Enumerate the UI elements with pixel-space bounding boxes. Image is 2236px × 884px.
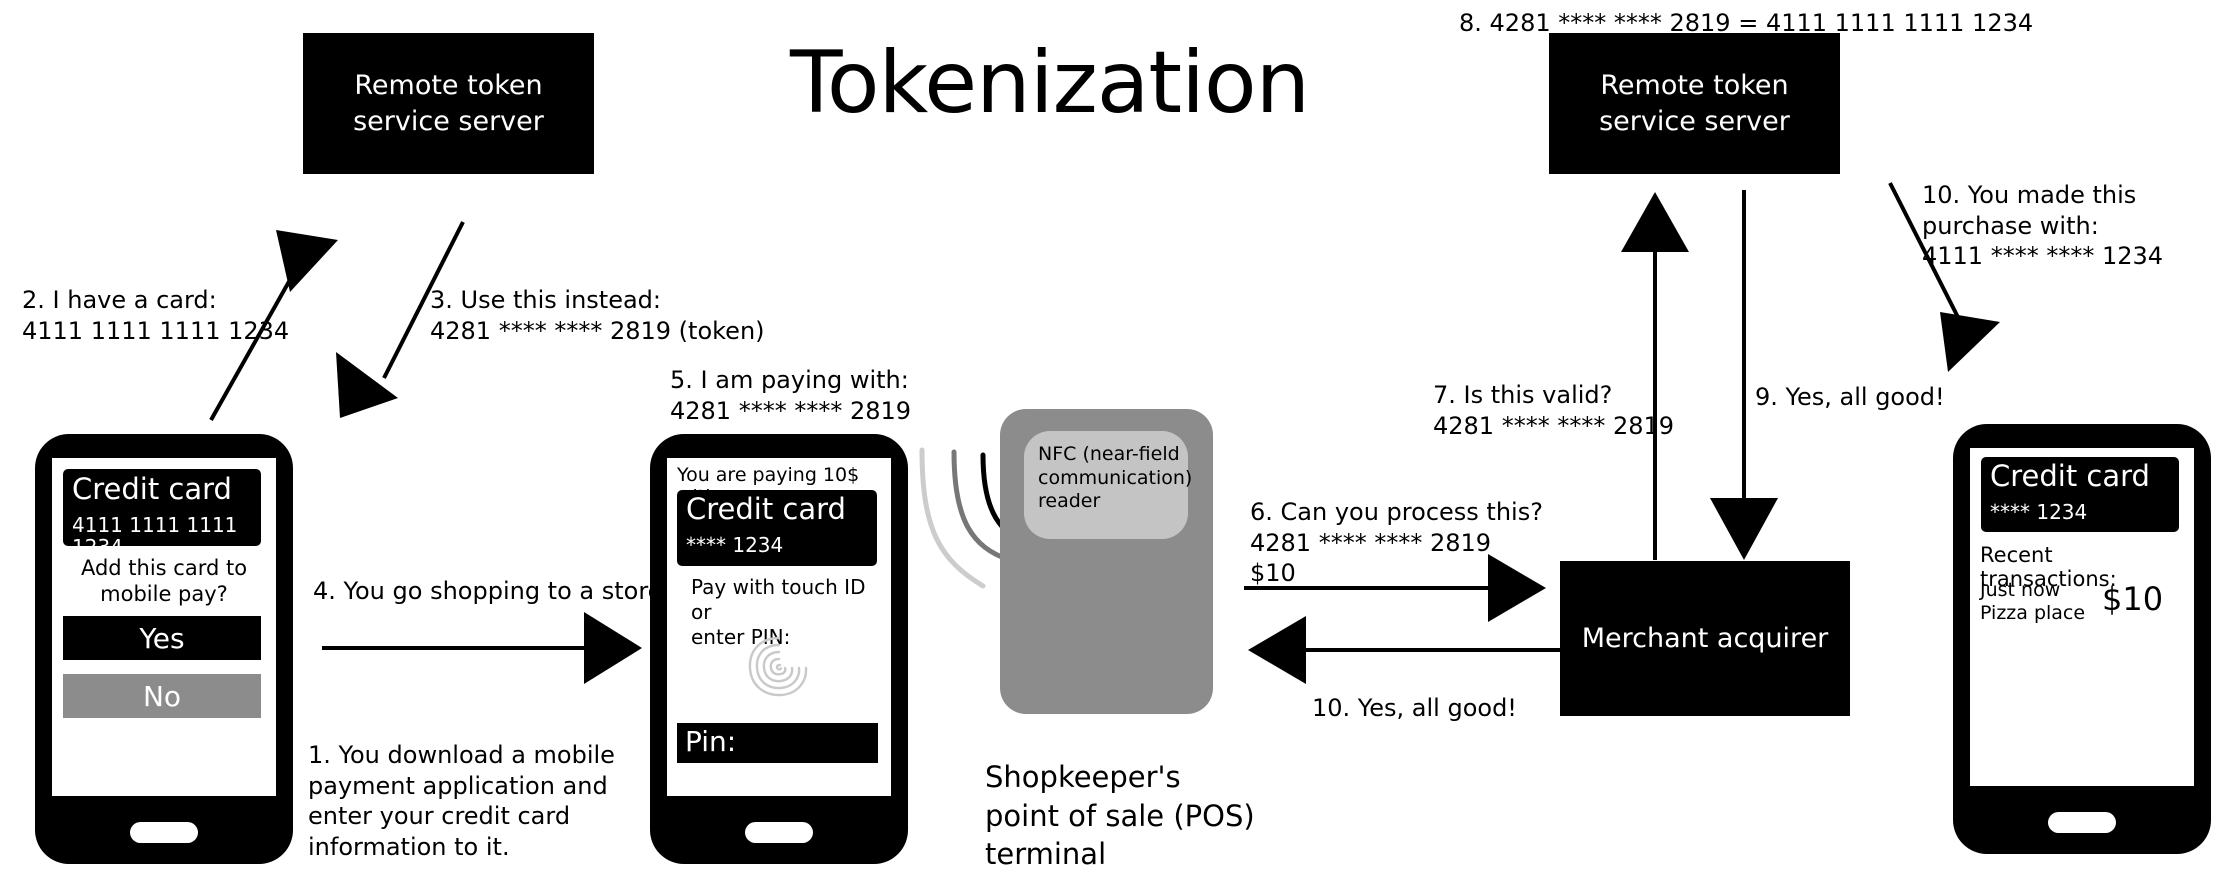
pin-input[interactable]: Pin: [677,723,878,763]
step-5-label: 5. I am paying with: 4281 **** **** 2819 [670,366,912,425]
phone-middle-home-button[interactable] [745,822,813,843]
add-card-no-button[interactable]: No [63,674,261,718]
phone-left-card: Credit card 4111 1111 1111 1234 [63,469,261,558]
pos-terminal: NFC (near-field communication) reader [1000,409,1213,714]
step-3-label: 3. Use this instead: 4281 **** **** 2819… [430,286,765,345]
arrow-step-9 [1710,190,1778,560]
phone-right-card-title: Credit card [1990,459,2150,493]
nfc-reader-label: NFC (near-field communication) reader [1038,443,1193,513]
phone-right: Credit card **** 1234 Recent transaction… [1953,424,2211,854]
pos-terminal-caption: Shopkeeper's point of sale (POS) termina… [985,760,1255,872]
phone-right-card: Credit card **** 1234 [1981,457,2179,532]
step-10-right-label: 10. You made this purchase with: 4111 **… [1922,181,2164,271]
step-2-label: 2. I have a card: 4111 1111 1111 1234 [22,286,290,345]
phone-left-card-title: Credit card [72,472,232,506]
step-6-label: 6. Can you process this? 4281 **** **** … [1250,498,1543,588]
page-title: Tokenization [790,33,1310,133]
remote-token-service-server-left: Remote token service server [303,33,594,174]
transaction-merchant: Pizza place [1980,602,2086,624]
phone-right-card-number: **** 1234 [1990,500,2088,524]
phone-left: Credit card 4111 1111 1111 1234 Add this… [35,434,293,864]
server-left-label: Remote token service server [353,69,544,137]
nfc-reader: NFC (near-field communication) reader [1024,431,1193,539]
add-card-no-label: No [142,679,182,713]
add-card-yes-button[interactable]: Yes [63,616,261,660]
merchant-acquirer-label: Merchant acquirer [1581,623,1829,654]
phone-right-home-button[interactable] [2048,812,2116,833]
remote-token-service-server-right: Remote token service server [1549,33,1840,174]
fingerprint-icon[interactable] [739,630,819,702]
step-10-left-label: 10. Yes, all good! [1312,694,1517,722]
phone-middle: You are paying 10$ with: Credit card ***… [650,434,908,864]
tokenization-diagram: Tokenization 8. 4281 **** **** 2819 = 41… [0,0,2236,884]
phone-middle-card-number: **** 1234 [686,533,784,557]
pin-input-label: Pin: [685,725,737,758]
phone-left-card-number: 4111 1111 1111 1234 [72,513,238,559]
step-7-label: 7. Is this valid? 4281 **** **** 2819 [1433,381,1675,440]
phone-middle-card-title: Credit card [686,492,846,526]
transaction-when: Just now [1980,579,2061,601]
phone-left-screen: Credit card 4111 1111 1111 1234 Add this… [52,458,276,796]
phone-right-screen: Credit card **** 1234 Recent transaction… [1970,448,2194,786]
phone-middle-screen: You are paying 10$ with: Credit card ***… [667,458,891,796]
merchant-acquirer-box: Merchant acquirer [1560,561,1850,716]
step-9-label: 9. Yes, all good! [1755,383,1945,411]
phone-left-home-button[interactable] [130,822,198,843]
transaction-amount: $10 [2102,580,2164,618]
arrow-step-4 [322,612,642,684]
phone-middle-card: Credit card **** 1234 [677,490,877,566]
step-4-label: 4. You go shopping to a store. [313,577,671,605]
arrow-step-10-left [1248,616,1560,684]
phone-left-prompt: Add this card to mobile pay? [80,556,248,607]
step-1-label: 1. You download a mobile payment applica… [308,741,615,862]
add-card-yes-label: Yes [139,621,185,655]
arrow-step-7 [1621,192,1689,560]
server-right-label: Remote token service server [1599,69,1790,137]
